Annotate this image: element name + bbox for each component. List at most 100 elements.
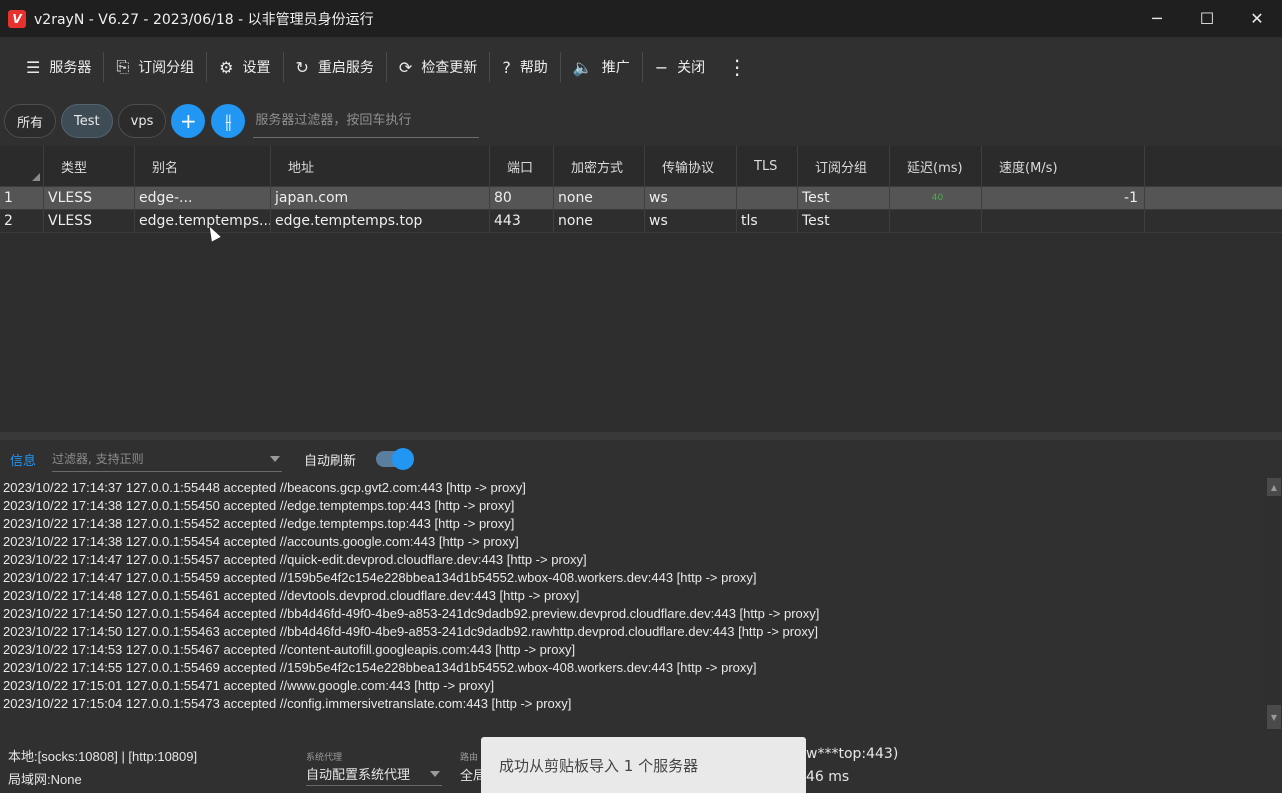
log-line: 2023/10/22 17:15:04 127.0.0.1:55473 acce… — [3, 696, 572, 711]
cell-type: VLESS — [44, 187, 135, 209]
column-header-delay[interactable]: 延迟(ms) — [890, 146, 982, 186]
row-index: 1 — [0, 187, 44, 209]
log-line: 2023/10/22 17:14:47 127.0.0.1:55459 acce… — [3, 570, 757, 585]
table-row[interactable]: 2 VLESS edge.temptemps.... edge.temptemp… — [0, 210, 1282, 233]
gear-icon: ⚙ — [219, 57, 234, 77]
scroll-down-icon[interactable]: ▼ — [1267, 705, 1281, 729]
log-tab-info[interactable]: 信息 — [10, 450, 36, 469]
toolbar-servers-label: 服务器 — [49, 60, 92, 76]
cell-port: 80 — [490, 187, 554, 209]
grid-header: 类型 别名 地址 端口 加密方式 传输协议 TLS 订阅分组 延迟(ms) 速度… — [0, 146, 1282, 187]
corner-triangle-icon — [32, 173, 40, 181]
subscription-filter-bar: 所有 Test vps + ⫲ — [0, 97, 1282, 145]
chip-all[interactable]: 所有 — [4, 104, 57, 138]
log-line: 2023/10/22 17:14:50 127.0.0.1:55464 acce… — [3, 606, 820, 621]
server-icon: ☰ — [26, 57, 41, 77]
more-options-icon[interactable]: ⋮ — [717, 55, 757, 79]
active-server-info: w***top:443) — [806, 746, 899, 762]
cell-network: ws — [645, 210, 737, 232]
cell-delay — [890, 210, 982, 232]
toolbar-update-label: 检查更新 — [421, 60, 478, 76]
cell-network: ws — [645, 187, 737, 209]
toolbar-promote-label: 推广 — [601, 60, 630, 76]
row-index: 2 — [0, 210, 44, 232]
column-header-type[interactable]: 类型 — [44, 146, 135, 186]
column-header-encryption[interactable]: 加密方式 — [554, 146, 645, 186]
auto-refresh-toggle[interactable] — [376, 448, 415, 470]
window-title: v2rayN - V6.27 - 2023/06/18 - 以非管理员身份运行 — [34, 11, 374, 28]
chevron-down-icon — [270, 455, 281, 462]
toolbar-subscription-button[interactable]: ⎘ 订阅分组 — [104, 49, 206, 85]
toolbar-settings-button[interactable]: ⚙ 设置 — [207, 49, 282, 85]
cell-subscription: Test — [798, 210, 890, 232]
log-line: 2023/10/22 17:14:38 127.0.0.1:55454 acce… — [3, 534, 519, 549]
app-logo-icon: V — [8, 9, 26, 28]
cell-address: edge.temptemps.top — [271, 210, 490, 232]
window-controls: ─ ☐ ✕ — [1132, 0, 1282, 37]
toolbar-close-button[interactable]: − 关闭 — [643, 49, 717, 85]
toolbar-close-label: 关闭 — [677, 60, 706, 76]
close-button[interactable]: ✕ — [1232, 0, 1282, 37]
cell-subscription: Test — [798, 187, 890, 209]
log-output: 2023/10/22 17:14:37 127.0.0.1:55448 acce… — [0, 479, 1266, 729]
chip-vps[interactable]: vps — [117, 104, 167, 138]
cell-encryption: none — [554, 187, 645, 209]
column-header-subscription[interactable]: 订阅分组 — [798, 146, 890, 186]
panel-splitter[interactable] — [0, 432, 1282, 440]
toolbar-promote-button[interactable]: 🔈 推广 — [561, 49, 642, 85]
scroll-up-icon[interactable]: ▲ — [1267, 478, 1281, 496]
log-line: 2023/10/22 17:14:53 127.0.0.1:55467 acce… — [3, 642, 576, 657]
cell-filler — [1145, 187, 1282, 209]
split-group-button[interactable]: ⫲ — [211, 104, 246, 138]
chevron-down-icon — [430, 770, 440, 777]
cell-type: VLESS — [44, 210, 135, 232]
toolbar-settings-label: 设置 — [242, 60, 271, 76]
cell-alias: edge-... — [135, 187, 271, 209]
add-group-button[interactable]: + — [171, 104, 206, 138]
restart-icon: ↻ — [295, 57, 309, 77]
cell-alias: edge.temptemps.... — [135, 210, 271, 232]
toolbar-restart-label: 重启服务 — [317, 60, 374, 76]
help-icon: ? — [502, 57, 511, 77]
toolbar-restart-button[interactable]: ↻ 重启服务 — [284, 49, 386, 85]
system-proxy-select[interactable]: 自动配置系统代理 — [306, 762, 442, 786]
cell-speed: -1 — [982, 187, 1145, 209]
server-list-grid: 类型 别名 地址 端口 加密方式 传输协议 TLS 订阅分组 延迟(ms) 速度… — [0, 146, 1282, 432]
log-line: 2023/10/22 17:14:55 127.0.0.1:55469 acce… — [3, 660, 757, 675]
log-scrollbar[interactable] — [1266, 478, 1282, 732]
subscription-icon: ⎘ — [116, 57, 130, 76]
update-icon: ⟳ — [398, 57, 413, 77]
column-header-network[interactable]: 传输协议 — [645, 146, 737, 186]
minimize-button[interactable]: ─ — [1132, 0, 1182, 37]
cell-delay: 40 — [890, 187, 982, 209]
chip-test[interactable]: Test — [61, 104, 113, 138]
column-header-address[interactable]: 地址 — [271, 146, 490, 186]
cell-filler — [1145, 210, 1282, 232]
log-line: 2023/10/22 17:14:37 127.0.0.1:55448 acce… — [3, 480, 526, 495]
latency-status: 46 ms — [806, 769, 850, 785]
toolbar-servers-button[interactable]: ☰ 服务器 — [14, 49, 103, 85]
title-bar: V v2rayN - V6.27 - 2023/06/18 - 以非管理员身份运… — [0, 0, 1282, 37]
column-header-alias[interactable]: 别名 — [135, 146, 271, 186]
log-line: 2023/10/22 17:14:47 127.0.0.1:55457 acce… — [3, 552, 587, 567]
table-row[interactable]: 1 VLESS edge-... japan.com 80 none ws Te… — [0, 187, 1282, 210]
maximize-button[interactable]: ☐ — [1182, 0, 1232, 37]
log-line: 2023/10/22 17:14:48 127.0.0.1:55461 acce… — [3, 588, 580, 603]
toolbar-subscription-label: 订阅分组 — [138, 60, 195, 76]
toolbar-help-label: 帮助 — [519, 60, 548, 76]
cell-tls — [737, 187, 798, 209]
select-all-corner[interactable] — [0, 146, 44, 186]
speaker-icon: 🔈 — [572, 57, 593, 77]
column-header-tls[interactable]: TLS — [737, 146, 798, 186]
column-header-filler — [1145, 146, 1282, 186]
log-line: 2023/10/22 17:14:38 127.0.0.1:55450 acce… — [3, 498, 515, 513]
column-header-port[interactable]: 端口 — [490, 146, 554, 186]
toolbar-help-button[interactable]: ? 帮助 — [490, 49, 560, 85]
log-line: 2023/10/22 17:14:38 127.0.0.1:55452 acce… — [3, 516, 515, 531]
cell-address: japan.com — [271, 187, 490, 209]
column-header-speed[interactable]: 速度(M/s) — [982, 146, 1145, 186]
server-filter-input[interactable] — [253, 104, 480, 138]
toggle-knob — [392, 448, 415, 470]
log-filter-combobox[interactable]: 过滤器, 支持正则 — [52, 446, 283, 472]
toolbar-update-button[interactable]: ⟳ 检查更新 — [387, 49, 489, 85]
